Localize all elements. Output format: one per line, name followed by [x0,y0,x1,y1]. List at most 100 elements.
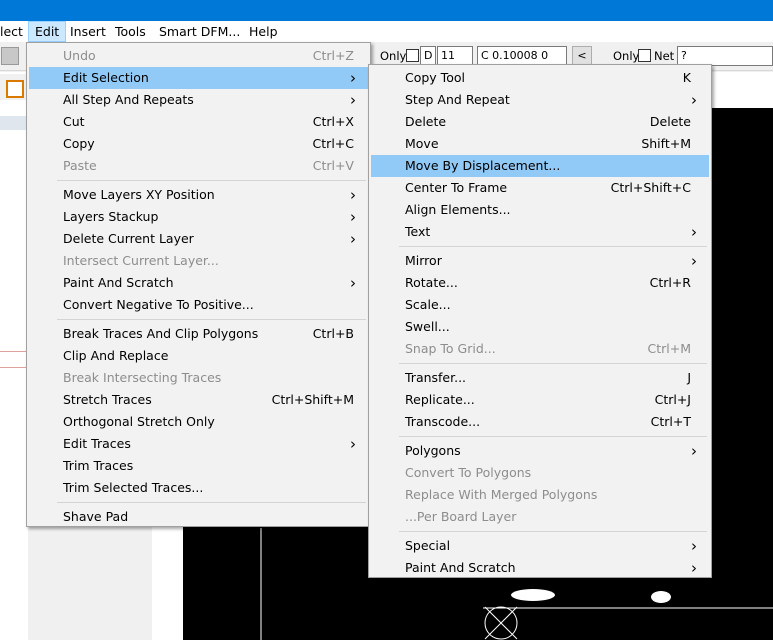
menu-item-replicate[interactable]: Replicate... Ctrl+J [371,389,709,411]
menu-item-label: Convert Negative To Positive... [63,297,254,312]
menu-item-cut[interactable]: Cut Ctrl+X [29,111,368,133]
menu-item-label: Break Traces And Clip Polygons [63,326,259,341]
menu-item-label: Trim Traces [63,458,134,473]
menu-item-move[interactable]: Move Shift+M [371,133,709,155]
menu-item-special[interactable]: Special › [371,535,709,557]
menu-item-paint-and-scratch[interactable]: Paint And Scratch › [29,272,368,294]
menu-separator [57,319,366,320]
menu-edit[interactable]: Edit [28,21,67,42]
menu-item-label: Mirror [405,253,442,268]
only-checkbox-2[interactable] [638,49,651,62]
menu-item-snap-to-grid[interactable]: Snap To Grid... Ctrl+M [371,338,709,360]
chevron-right-icon: › [691,252,697,270]
menu-item-stretch-traces[interactable]: Stretch Traces Ctrl+Shift+M [29,389,368,411]
menu-item-label: Align Elements... [405,202,511,217]
menu-item-shortcut: Shift+M [641,136,691,151]
menu-item-transfer[interactable]: Transfer... J [371,367,709,389]
menu-item-paint-and-scratch[interactable]: Paint And Scratch › [371,557,709,579]
chevron-right-icon: › [350,69,356,87]
only-label-2: Only [613,49,640,63]
menu-select[interactable]: lect [0,21,29,42]
menu-item-delete[interactable]: Delete Delete [371,111,709,133]
menu-item-move-layers-xy-position[interactable]: Move Layers XY Position › [29,184,368,206]
menu-item-convert-to-polygons[interactable]: Convert To Polygons [371,462,709,484]
menu-item-label: Trim Selected Traces... [63,480,204,495]
menu-item-label: Transfer... [405,370,467,385]
chevron-right-icon: › [350,230,356,248]
chevron-right-icon: › [691,91,697,109]
menu-insert[interactable]: Insert [64,21,112,42]
divider-line [0,351,28,352]
menu-item-copy[interactable]: Copy Ctrl+C [29,133,368,155]
menu-item-scale[interactable]: Scale... [371,294,709,316]
menu-smart-dfm[interactable]: Smart DFM... [153,21,246,42]
chevron-right-icon: › [350,208,356,226]
nav-left-button[interactable]: < [572,46,592,66]
menu-item-paste[interactable]: Paste Ctrl+V [29,155,368,177]
menu-help[interactable]: Help [243,21,284,42]
menu-item-label: Paint And Scratch [63,275,174,290]
save-icon[interactable] [1,47,19,65]
menu-item-shave-pad[interactable]: Shave Pad [29,506,368,528]
menu-item-label: Snap To Grid... [405,341,496,356]
menu-item-rotate[interactable]: Rotate... Ctrl+R [371,272,709,294]
menu-item-label: Paint And Scratch [405,560,516,575]
menu-item-align-elements[interactable]: Align Elements... [371,199,709,221]
menu-item-trim-selected-traces[interactable]: Trim Selected Traces... [29,477,368,499]
menu-item-all-step-and-repeats[interactable]: All Step And Repeats › [29,89,368,111]
menu-item-label: Layers Stackup [63,209,159,224]
menu-item-copy-tool[interactable]: Copy Tool K [371,67,709,89]
menu-item-convert-negative-to-positive[interactable]: Convert Negative To Positive... [29,294,368,316]
menu-item-edit-selection[interactable]: Edit Selection › [29,67,368,89]
menu-item-replace-with-merged-polygons[interactable]: Replace With Merged Polygons [371,484,709,506]
menu-item-label: Break Intersecting Traces [63,370,222,385]
menu-tools[interactable]: Tools [109,21,152,42]
menu-item-text[interactable]: Text › [371,221,709,243]
menu-item-swell[interactable]: Swell... [371,316,709,338]
menu-item-mirror[interactable]: Mirror › [371,250,709,272]
menu-item-break-traces-and-clip-polygons[interactable]: Break Traces And Clip Polygons Ctrl+B [29,323,368,345]
menu-item-polygons[interactable]: Polygons › [371,440,709,462]
menu-item-shortcut: Ctrl+J [654,392,691,407]
menu-item-center-to-frame[interactable]: Center To Frame Ctrl+Shift+C [371,177,709,199]
layer-panel [0,72,28,640]
only-checkbox-1[interactable] [406,49,419,62]
menu-item-delete-current-layer[interactable]: Delete Current Layer › [29,228,368,250]
menu-item-transcode[interactable]: Transcode... Ctrl+T [371,411,709,433]
menu-item-per-board-layer[interactable]: ...Per Board Layer [371,506,709,528]
menu-item-label: Center To Frame [405,180,508,195]
menu-item-intersect-current-layer[interactable]: Intersect Current Layer... [29,250,368,272]
menu-item-label: Step And Repeat [405,92,510,107]
select-tool-icon[interactable] [6,80,24,98]
menu-item-label: Special [405,538,451,553]
menu-separator [57,502,366,503]
menu-item-orthogonal-stretch-only[interactable]: Orthogonal Stretch Only [29,411,368,433]
menu-item-clip-and-replace[interactable]: Clip And Replace [29,345,368,367]
menu-separator [399,363,707,364]
divider-line [0,367,28,368]
d-value-field[interactable]: 11 [437,46,473,66]
chevron-right-icon: › [691,442,697,460]
menu-item-label: Orthogonal Stretch Only [63,414,215,429]
menu-item-break-intersecting-traces[interactable]: Break Intersecting Traces [29,367,368,389]
menu-item-label: Clip And Replace [63,348,169,363]
menu-item-layers-stackup[interactable]: Layers Stackup › [29,206,368,228]
menu-item-shortcut: Ctrl+Shift+M [271,392,354,407]
net-field[interactable]: ? [677,46,773,66]
menu-item-shortcut: Ctrl+Shift+C [610,180,691,195]
menu-separator [399,531,707,532]
menu-item-label: Polygons [405,443,461,458]
menu-item-label: Copy Tool [405,70,465,85]
only-label-1: Only [380,49,407,63]
menu-item-label: Undo [63,48,96,63]
menu-item-label: Stretch Traces [63,392,152,407]
menu-item-trim-traces[interactable]: Trim Traces [29,455,368,477]
net-label: Net [654,49,675,63]
menu-bar: lect Edit Insert Tools Smart DFM... Help [0,21,773,42]
edit-menu: Undo Ctrl+Z Edit Selection › All Step And Re… [26,42,371,527]
panel-header [0,116,28,130]
menu-item-step-and-repeat[interactable]: Step And Repeat › [371,89,709,111]
menu-item-edit-traces[interactable]: Edit Traces › [29,433,368,455]
menu-item-move-by-displacement[interactable]: Move By Displacement... [371,155,709,177]
menu-item-undo[interactable]: Undo Ctrl+Z [29,45,368,67]
